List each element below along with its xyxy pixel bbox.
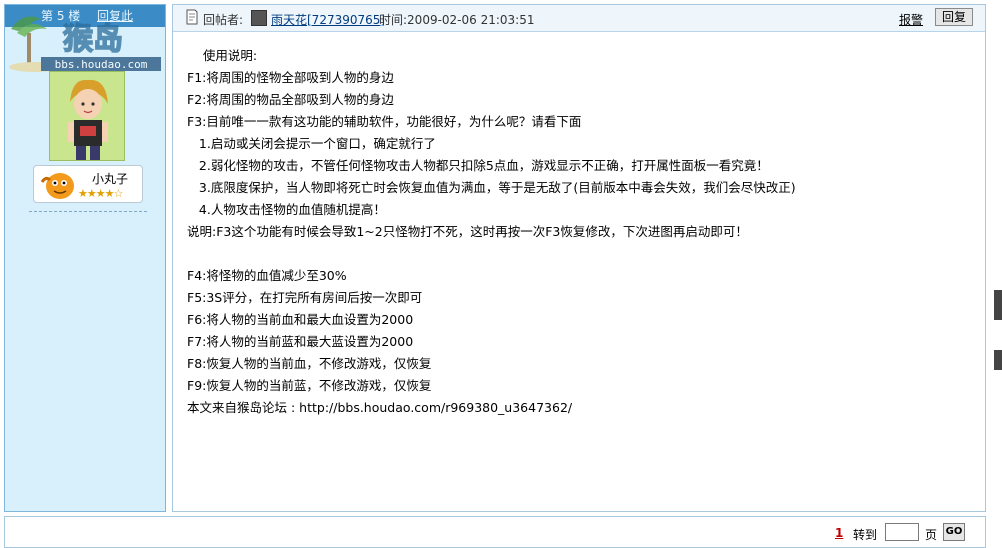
go-button[interactable]: GO	[943, 523, 965, 541]
poster-link[interactable]: 雨天花[727390765]	[271, 11, 385, 28]
page-link[interactable]: 1	[835, 526, 843, 540]
user-card: 小丸子 ★★★★☆	[33, 165, 143, 203]
page-number-input[interactable]	[885, 523, 919, 541]
reply-button[interactable]: 回复	[935, 8, 973, 26]
goto-label: 转到	[853, 528, 878, 542]
post-time: 时间:2009-02-06 21:03:51	[379, 13, 535, 27]
houdao-watermark-logo: 猴岛 bbs.houdao.com	[9, 16, 161, 72]
scrollbar-mark	[994, 350, 1002, 370]
pagination-bar: 1 转到 页 GO	[4, 516, 986, 548]
watermark-url: bbs.houdao.com	[55, 58, 148, 71]
rating-stars-icon: ★★★★☆	[78, 187, 123, 200]
watermark-title: 猴岛	[63, 22, 123, 57]
post-body: 使用说明: F1:将周围的怪物全部吸到人物的身边 F2:将周围的物品全部吸到人物…	[187, 48, 796, 415]
report-link[interactable]: 报警	[899, 11, 923, 28]
post-container: 回帖者: 雨天花[727390765] 时间:2009-02-06 21:03:…	[172, 4, 986, 512]
avatar	[49, 71, 125, 161]
level-mascot-icon	[40, 173, 74, 199]
post-header: 回帖者: 雨天花[727390765] 时间:2009-02-06 21:03:…	[173, 5, 985, 32]
scrollbar[interactable]	[990, 0, 1002, 548]
page-unit-label: 页	[925, 528, 938, 542]
reply-label: 回帖者:	[203, 13, 244, 27]
reply-icon	[186, 9, 198, 25]
user-info-panel: 第 5 楼 回复此 猴岛 bbs.houdao.com 小丸子 ★★★★☆	[4, 4, 166, 512]
divider	[29, 211, 147, 212]
scrollbar-mark	[994, 290, 1002, 320]
thread-page: 第 5 楼 回复此 猴岛 bbs.houdao.com 小丸子 ★★★★☆ 回帖…	[0, 0, 1002, 548]
username[interactable]: 小丸子	[92, 170, 128, 187]
avatar-figure-icon	[50, 72, 124, 160]
user-icon	[251, 10, 267, 26]
